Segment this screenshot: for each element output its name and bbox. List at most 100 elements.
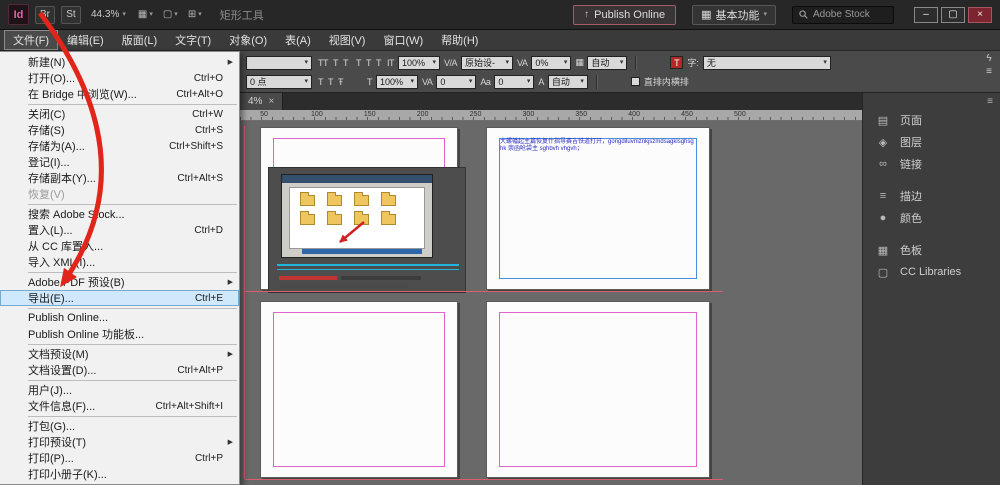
menu-item[interactable]: 恢复(V) bbox=[0, 186, 239, 202]
menu-item[interactable]: 打印小册子(K)... bbox=[0, 466, 239, 482]
leading-dropdown[interactable]: 自动 ▾ bbox=[547, 74, 588, 89]
menubar-item-label: 窗口(W) bbox=[383, 35, 424, 47]
ruler-tick-label: 250 bbox=[469, 111, 482, 118]
menubar-item[interactable]: 文字(T) bbox=[166, 30, 220, 50]
publish-online-button[interactable]: ↑ Publish Online bbox=[573, 4, 677, 25]
superscript-icon[interactable]: T bbox=[333, 58, 339, 68]
bleed-guide-vertical bbox=[244, 126, 245, 479]
menu-item[interactable]: 从 CC 库置入... bbox=[0, 238, 239, 254]
tab-close-icon[interactable]: × bbox=[268, 96, 274, 107]
submenu-arrow-icon: ▶ bbox=[227, 279, 233, 286]
close-button[interactable]: × bbox=[968, 6, 992, 23]
menubar-item[interactable]: 帮助(H) bbox=[432, 30, 487, 50]
dock-panel-item[interactable] bbox=[863, 175, 1000, 185]
tracking-dropdown[interactable]: 0% ▾ bbox=[531, 55, 572, 70]
dock-panel-item[interactable]: ◈ 图层 bbox=[863, 131, 1000, 153]
menu-item[interactable]: 新建(N) ▶ bbox=[0, 54, 239, 70]
menu-item[interactable]: 打开(O)... Ctrl+O bbox=[0, 70, 239, 86]
menu-item[interactable]: 打印(P)... Ctrl+P bbox=[0, 450, 239, 466]
dock-panel-item[interactable]: ● 颜色 bbox=[863, 207, 1000, 229]
arrange-documents-dropdown[interactable]: ⊞ ▾ bbox=[186, 9, 204, 20]
ligature-icon[interactable]: T bbox=[328, 77, 334, 87]
menu-item[interactable]: 导出(E)... Ctrl+E bbox=[0, 290, 239, 306]
dock-panel-item[interactable]: ∞ 链接 bbox=[863, 153, 1000, 175]
chevron-down-icon: ▾ bbox=[468, 78, 473, 85]
subscript-icon[interactable]: T bbox=[366, 58, 372, 68]
horizontal-scale-dropdown[interactable]: 100% ▾ bbox=[376, 74, 418, 89]
stock-button[interactable]: St bbox=[61, 5, 81, 24]
kerning-dropdown[interactable]: 原始设- ▾ bbox=[461, 55, 514, 70]
font-family-dropdown[interactable]: ▾ bbox=[246, 55, 312, 70]
menu-item[interactable]: 打包(G)... bbox=[0, 418, 239, 434]
menu-item[interactable]: Publish Online... bbox=[0, 310, 239, 326]
menubar-item[interactable]: 编辑(E) bbox=[58, 30, 113, 50]
small-caps-icon[interactable]: T bbox=[356, 58, 362, 68]
menu-item[interactable]: 存储副本(Y)... Ctrl+Alt+S bbox=[0, 170, 239, 186]
panel-options-icon[interactable]: ≡ bbox=[986, 67, 992, 77]
text-frame[interactable] bbox=[499, 138, 697, 279]
baseline-shift-dropdown[interactable]: 0 ▾ bbox=[494, 74, 535, 89]
maximize-button[interactable]: ▢ bbox=[941, 6, 965, 23]
menu-item[interactable]: 置入(L)... Ctrl+D bbox=[0, 222, 239, 238]
menubar-item[interactable]: 窗口(W) bbox=[374, 30, 432, 50]
bridge-button[interactable]: Br bbox=[35, 5, 55, 24]
kerning2-dropdown[interactable]: 0 ▾ bbox=[436, 74, 477, 89]
minimize-button[interactable]: – bbox=[914, 6, 938, 23]
menu-item[interactable]: Publish Online 功能板... bbox=[0, 326, 239, 342]
dock-panel-item[interactable]: ▢ CC Libraries bbox=[863, 261, 1000, 283]
document-tab[interactable]: 4% × bbox=[240, 93, 284, 110]
menu-item[interactable]: Adobe PDF 预设(B) ▶ bbox=[0, 274, 239, 290]
folder-icon bbox=[300, 192, 315, 206]
gpu-performance-icon[interactable]: ϟ bbox=[986, 54, 991, 64]
menubar-item[interactable]: 文件(F) bbox=[4, 30, 59, 50]
menu-item[interactable]: 存储(S) Ctrl+S bbox=[0, 122, 239, 138]
strikethrough-icon[interactable]: T bbox=[376, 58, 382, 68]
menu-item-label: 在 Bridge 中浏览(W)... bbox=[28, 89, 137, 101]
menubar-item[interactable]: 表(A) bbox=[276, 30, 320, 50]
panel-icon: ▤ bbox=[877, 114, 889, 127]
no-break-icon[interactable]: Ŧ bbox=[338, 77, 344, 87]
screen-mode-dropdown[interactable]: ▢ ▾ bbox=[161, 9, 180, 20]
menu-item[interactable]: 存储为(A)... Ctrl+Shift+S bbox=[0, 138, 239, 154]
menu-item[interactable]: 登记(I)... bbox=[0, 154, 239, 170]
dock-panel-item[interactable]: ▦ 色板 bbox=[863, 239, 1000, 261]
underline-style-icon[interactable]: T bbox=[318, 77, 324, 87]
chevron-down-icon: ▾ bbox=[563, 59, 568, 66]
view-options-dropdown[interactable]: ▦ ▾ bbox=[136, 9, 155, 20]
underline-icon[interactable]: T bbox=[343, 58, 349, 68]
menu-item[interactable]: 文件信息(F)... Ctrl+Alt+Shift+I bbox=[0, 398, 239, 414]
menu-item[interactable]: 文档设置(D)... Ctrl+Alt+P bbox=[0, 362, 239, 378]
tatechuyoko-checkbox[interactable] bbox=[630, 77, 640, 86]
horizontal-ruler[interactable]: 50 100 150 200 250 300 350 400 450 500 bbox=[240, 110, 862, 121]
adobe-stock-search[interactable]: Adobe Stock bbox=[792, 5, 894, 24]
menubar-item[interactable]: 视图(V) bbox=[320, 30, 375, 50]
dock-panel-item[interactable] bbox=[863, 229, 1000, 239]
zoom-level-dropdown[interactable]: 44.3% ▾ bbox=[87, 6, 130, 24]
menu-item-label: 置入(L)... bbox=[28, 225, 73, 237]
document-canvas[interactable]: 大螺幡起主篇恢复什指导赛吉铁道打开，gongdiluvmznkjszmdsagk… bbox=[240, 121, 862, 485]
menu-item[interactable]: 关闭(C) Ctrl+W bbox=[0, 106, 239, 122]
menubar-item[interactable]: 版面(L) bbox=[113, 30, 166, 50]
all-caps-icon[interactable]: TT bbox=[318, 58, 329, 68]
menu-item[interactable]: 在 Bridge 中浏览(W)... Ctrl+Alt+O bbox=[0, 86, 239, 102]
char-style-dropdown[interactable]: 无 ▾ bbox=[702, 55, 831, 70]
panel-icon: ≡ bbox=[879, 190, 887, 202]
workspace-switcher[interactable]: ▦ 基本功能 ▾ bbox=[692, 4, 776, 25]
panel-menu-icon[interactable]: ≡ bbox=[987, 96, 993, 107]
vertical-scale-dropdown[interactable]: 100% ▾ bbox=[398, 55, 440, 70]
menu-item[interactable]: 搜索 Adobe Stock... bbox=[0, 206, 239, 222]
menu-item[interactable]: 用户(J)... bbox=[0, 382, 239, 398]
page-3[interactable] bbox=[260, 301, 458, 478]
page-4[interactable] bbox=[486, 301, 710, 478]
page-2[interactable]: 大螺幡起主篇恢复什指导赛吉铁道打开，gongdiluvmznkjszmdsagk… bbox=[486, 127, 710, 290]
menubar-item[interactable]: 对象(O) bbox=[220, 30, 276, 50]
menu-item[interactable]: 打印预设(T) ▶ bbox=[0, 434, 239, 450]
dock-panel-item[interactable]: ▤ 页面 bbox=[863, 109, 1000, 131]
character-color-icon[interactable]: T bbox=[670, 56, 684, 69]
font-size-field[interactable]: 0 点 ▾ bbox=[246, 74, 312, 89]
menu-item[interactable]: 导入 XML(I)... bbox=[0, 254, 239, 270]
menu-item[interactable]: 文档预设(M) ▶ bbox=[0, 346, 239, 362]
grid-count-dropdown[interactable]: 自动 ▾ bbox=[587, 55, 628, 70]
placed-screenshot-image[interactable] bbox=[268, 167, 466, 293]
dock-panel-item[interactable]: ≡ 描边 bbox=[863, 185, 1000, 207]
